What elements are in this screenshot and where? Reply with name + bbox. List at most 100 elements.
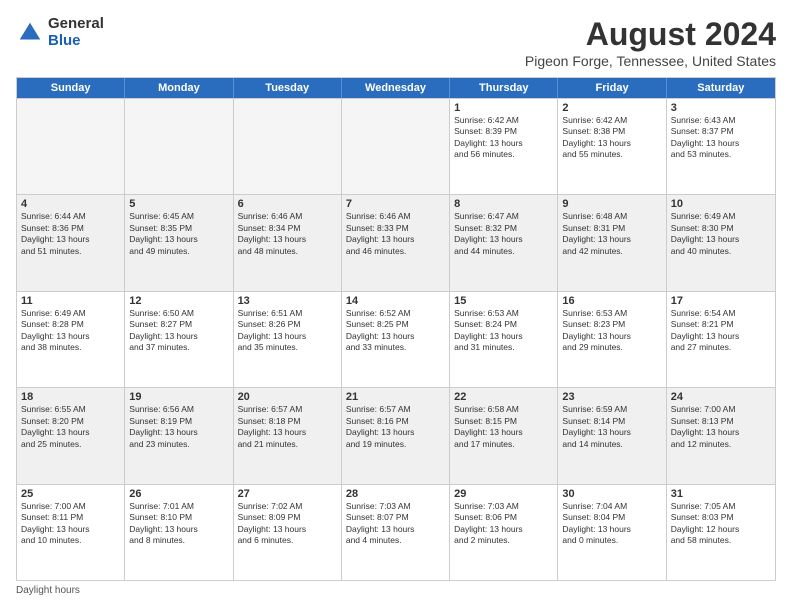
- cell-line: and 37 minutes.: [129, 342, 228, 353]
- day-number: 11: [21, 295, 120, 307]
- cell-line: Sunrise: 6:46 AM: [346, 211, 445, 222]
- cell-line: Sunset: 8:13 PM: [671, 416, 771, 427]
- cell-line: Sunset: 8:21 PM: [671, 319, 771, 330]
- day-number: 25: [21, 488, 120, 500]
- day-number: 2: [562, 102, 661, 114]
- calendar-cell: [125, 99, 233, 194]
- day-number: 5: [129, 198, 228, 210]
- calendar-cell: 21Sunrise: 6:57 AMSunset: 8:16 PMDayligh…: [342, 388, 450, 483]
- cell-line: Sunset: 8:20 PM: [21, 416, 120, 427]
- calendar-cell: 11Sunrise: 6:49 AMSunset: 8:28 PMDayligh…: [17, 292, 125, 387]
- cell-line: and 17 minutes.: [454, 439, 553, 450]
- cell-line: Sunset: 8:25 PM: [346, 319, 445, 330]
- cell-line: and 21 minutes.: [238, 439, 337, 450]
- header: General Blue August 2024 Pigeon Forge, T…: [16, 16, 776, 69]
- cell-line: Sunrise: 6:42 AM: [562, 115, 661, 126]
- subtitle: Pigeon Forge, Tennessee, United States: [525, 53, 776, 69]
- cell-line: Daylight: 12 hours: [671, 524, 771, 535]
- cell-line: Daylight: 13 hours: [454, 138, 553, 149]
- cell-line: and 4 minutes.: [346, 535, 445, 546]
- calendar-cell: 20Sunrise: 6:57 AMSunset: 8:18 PMDayligh…: [234, 388, 342, 483]
- cell-line: and 56 minutes.: [454, 149, 553, 160]
- day-number: 17: [671, 295, 771, 307]
- cell-line: Sunrise: 6:45 AM: [129, 211, 228, 222]
- cell-line: Sunrise: 7:00 AM: [21, 501, 120, 512]
- header-day: Monday: [125, 78, 233, 98]
- cell-line: Sunrise: 6:49 AM: [21, 308, 120, 319]
- header-day: Wednesday: [342, 78, 450, 98]
- cell-line: Sunset: 8:07 PM: [346, 512, 445, 523]
- calendar-cell: 13Sunrise: 6:51 AMSunset: 8:26 PMDayligh…: [234, 292, 342, 387]
- cell-line: Sunset: 8:15 PM: [454, 416, 553, 427]
- calendar-cell: 27Sunrise: 7:02 AMSunset: 8:09 PMDayligh…: [234, 485, 342, 580]
- cell-line: Sunrise: 6:55 AM: [21, 404, 120, 415]
- cell-line: Sunset: 8:18 PM: [238, 416, 337, 427]
- logo-text: General Blue: [48, 16, 104, 49]
- calendar-cell: 18Sunrise: 6:55 AMSunset: 8:20 PMDayligh…: [17, 388, 125, 483]
- cell-line: Sunrise: 7:03 AM: [454, 501, 553, 512]
- day-number: 14: [346, 295, 445, 307]
- title-area: August 2024 Pigeon Forge, Tennessee, Uni…: [525, 16, 776, 69]
- cell-line: Sunset: 8:23 PM: [562, 319, 661, 330]
- cell-line: Sunset: 8:06 PM: [454, 512, 553, 523]
- footer-note: Daylight hours: [16, 585, 776, 596]
- cell-line: and 40 minutes.: [671, 246, 771, 257]
- calendar-cell: 2Sunrise: 6:42 AMSunset: 8:38 PMDaylight…: [558, 99, 666, 194]
- day-number: 7: [346, 198, 445, 210]
- calendar-cell: 30Sunrise: 7:04 AMSunset: 8:04 PMDayligh…: [558, 485, 666, 580]
- cell-line: Sunset: 8:39 PM: [454, 126, 553, 137]
- cell-line: Sunrise: 6:50 AM: [129, 308, 228, 319]
- calendar-cell: [17, 99, 125, 194]
- cell-line: and 12 minutes.: [671, 439, 771, 450]
- cell-line: Sunset: 8:38 PM: [562, 126, 661, 137]
- header-day: Thursday: [450, 78, 558, 98]
- cell-line: and 25 minutes.: [21, 439, 120, 450]
- cell-line: Sunrise: 6:49 AM: [671, 211, 771, 222]
- calendar-row: 1Sunrise: 6:42 AMSunset: 8:39 PMDaylight…: [17, 98, 775, 194]
- cell-line: Sunrise: 6:57 AM: [238, 404, 337, 415]
- calendar-cell: 25Sunrise: 7:00 AMSunset: 8:11 PMDayligh…: [17, 485, 125, 580]
- cell-line: Sunrise: 6:51 AM: [238, 308, 337, 319]
- calendar-cell: 22Sunrise: 6:58 AMSunset: 8:15 PMDayligh…: [450, 388, 558, 483]
- cell-line: and 19 minutes.: [346, 439, 445, 450]
- calendar-cell: 7Sunrise: 6:46 AMSunset: 8:33 PMDaylight…: [342, 195, 450, 290]
- day-number: 12: [129, 295, 228, 307]
- cell-line: Sunrise: 7:04 AM: [562, 501, 661, 512]
- cell-line: Daylight: 13 hours: [346, 427, 445, 438]
- cell-line: Daylight: 13 hours: [671, 331, 771, 342]
- day-number: 8: [454, 198, 553, 210]
- calendar-cell: [234, 99, 342, 194]
- day-number: 28: [346, 488, 445, 500]
- calendar-row: 4Sunrise: 6:44 AMSunset: 8:36 PMDaylight…: [17, 194, 775, 290]
- header-day: Sunday: [17, 78, 125, 98]
- cell-line: Sunrise: 6:46 AM: [238, 211, 337, 222]
- cell-line: Daylight: 13 hours: [346, 234, 445, 245]
- cell-line: Sunset: 8:04 PM: [562, 512, 661, 523]
- cell-line: Daylight: 13 hours: [129, 524, 228, 535]
- cell-line: Daylight: 13 hours: [454, 524, 553, 535]
- logo-blue: Blue: [48, 33, 104, 50]
- cell-line: Daylight: 13 hours: [671, 427, 771, 438]
- calendar-cell: [342, 99, 450, 194]
- cell-line: and 29 minutes.: [562, 342, 661, 353]
- cell-line: and 35 minutes.: [238, 342, 337, 353]
- cell-line: and 51 minutes.: [21, 246, 120, 257]
- cell-line: Daylight: 13 hours: [562, 331, 661, 342]
- cell-line: Daylight: 13 hours: [562, 234, 661, 245]
- calendar-cell: 16Sunrise: 6:53 AMSunset: 8:23 PMDayligh…: [558, 292, 666, 387]
- calendar-cell: 24Sunrise: 7:00 AMSunset: 8:13 PMDayligh…: [667, 388, 775, 483]
- day-number: 26: [129, 488, 228, 500]
- cell-line: Daylight: 13 hours: [454, 234, 553, 245]
- logo-icon: [16, 19, 44, 47]
- calendar-cell: 28Sunrise: 7:03 AMSunset: 8:07 PMDayligh…: [342, 485, 450, 580]
- cell-line: Sunrise: 6:42 AM: [454, 115, 553, 126]
- calendar-cell: 17Sunrise: 6:54 AMSunset: 8:21 PMDayligh…: [667, 292, 775, 387]
- day-number: 27: [238, 488, 337, 500]
- cell-line: Sunrise: 6:47 AM: [454, 211, 553, 222]
- cell-line: and 55 minutes.: [562, 149, 661, 160]
- cell-line: Sunset: 8:30 PM: [671, 223, 771, 234]
- cell-line: Daylight: 13 hours: [671, 234, 771, 245]
- cell-line: Daylight: 13 hours: [21, 427, 120, 438]
- calendar-cell: 15Sunrise: 6:53 AMSunset: 8:24 PMDayligh…: [450, 292, 558, 387]
- cell-line: Daylight: 13 hours: [562, 138, 661, 149]
